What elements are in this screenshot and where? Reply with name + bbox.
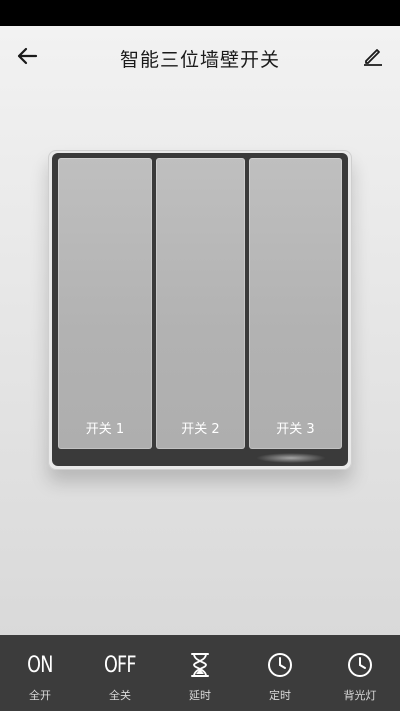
off-icon: OFF [100,645,140,685]
back-button[interactable] [12,43,42,73]
app-header: 智能三位墙壁开关 [0,26,400,90]
edit-button[interactable] [358,43,388,73]
switch-2-button[interactable]: 开关 2 [156,158,245,449]
hourglass-icon [190,645,210,685]
on-icon: ON [24,645,56,685]
all-off-button[interactable]: OFF 全关 [80,635,160,711]
switch-panel: 开关 1 开关 2 开关 3 [52,153,348,466]
wall-switch: 开关 1 开关 2 开关 3 [48,150,352,470]
page-title: 智能三位墙壁开关 [119,48,280,71]
all-off-label: 全关 [109,689,131,702]
delay-button[interactable]: 延时 [160,635,240,711]
bottom-toolbar: ON 全开 OFF 全关 延时 定时 背光灯 [0,635,400,711]
timer-button[interactable]: 定时 [240,635,320,711]
switch-3-label: 开关 3 [276,422,315,437]
switch-2-label: 开关 2 [181,422,220,437]
status-bar [0,0,400,26]
backlight-button[interactable]: 背光灯 [320,635,400,711]
clock-icon [267,645,293,685]
backlight-glow [256,453,326,463]
backlight-label: 背光灯 [343,689,377,702]
switch-1-button[interactable]: 开关 1 [58,158,152,449]
on-icon-text: ON [27,652,53,678]
all-on-button[interactable]: ON 全开 [0,635,80,711]
delay-label: 延时 [189,689,211,702]
pencil-icon [363,46,383,70]
off-icon-text: OFF [104,652,136,678]
timer-label: 定时 [269,689,291,702]
switch-3-button[interactable]: 开关 3 [249,158,342,449]
all-on-label: 全开 [29,689,51,702]
backlight-clock-icon [347,645,373,685]
switch-1-label: 开关 1 [85,422,125,437]
arrow-left-icon [16,47,38,69]
